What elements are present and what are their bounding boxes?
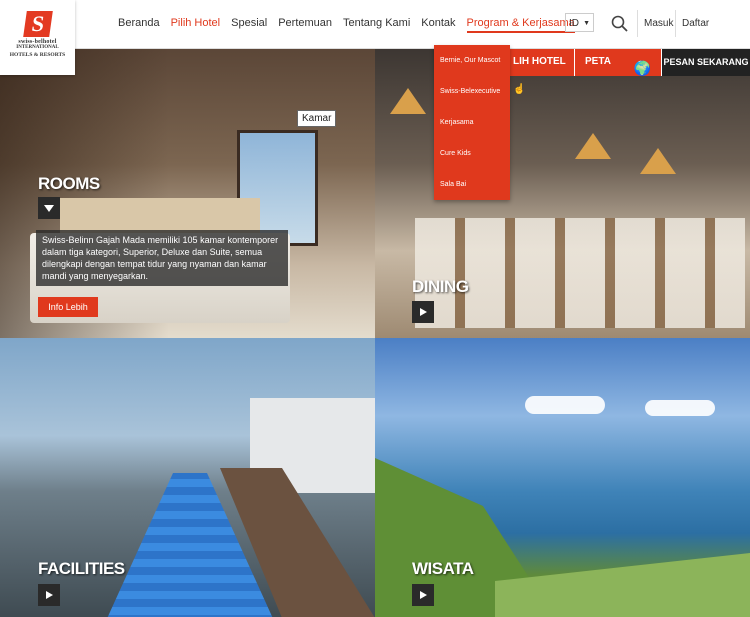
rooms-description: Swiss-Belinn Gajah Mada memiliki 105 kam… xyxy=(36,230,288,286)
book-now-button[interactable]: PESAN SEKARANG xyxy=(662,48,750,76)
dropdown-item-mascot[interactable]: Bernie, Our Mascot xyxy=(434,45,510,76)
expand-down-icon[interactable] xyxy=(38,197,60,219)
program-dropdown-menu: Bernie, Our Mascot Swiss-Belexecutive Ke… xyxy=(434,45,510,200)
field-image xyxy=(495,553,750,617)
rooms-tooltip: Kamar xyxy=(297,110,337,127)
dropdown-item-sala-bai[interactable]: Sala Bai xyxy=(434,169,510,200)
site-header: S swiss-belhotel INTERNATIONAL HOTELS & … xyxy=(0,0,750,75)
choose-hotel-button[interactable]: LIH HOTEL ☝ xyxy=(509,48,575,95)
nav-program-kerjasama[interactable]: Program & Kerjasama xyxy=(466,17,575,33)
nav-pertemuan[interactable]: Pertemuan xyxy=(278,17,332,29)
logo-line2: INTERNATIONAL xyxy=(16,45,59,50)
language-value: ID xyxy=(569,18,579,29)
hand-pointer-icon: ☝ xyxy=(513,84,526,95)
pendant-lamp-image xyxy=(575,133,611,159)
hotel-logo[interactable]: S swiss-belhotel INTERNATIONAL HOTELS & … xyxy=(0,0,75,75)
map-label: PETA xyxy=(585,56,611,67)
pendant-lamp-image xyxy=(390,88,426,114)
nav-kontak[interactable]: Kontak xyxy=(421,17,455,29)
dropdown-item-kerjasama[interactable]: Kerjasama xyxy=(434,107,510,138)
search-icon[interactable] xyxy=(611,15,629,33)
language-select[interactable]: ID ▼ xyxy=(565,13,594,32)
play-icon[interactable] xyxy=(412,301,434,323)
header-divider xyxy=(675,10,676,37)
nav-beranda[interactable]: Beranda xyxy=(118,17,160,29)
chevron-down-icon: ▼ xyxy=(583,20,590,27)
dining-title: DINING xyxy=(412,277,469,296)
nav-tentang-kami[interactable]: Tentang Kami xyxy=(343,17,410,29)
booking-bar: LIH HOTEL ☝ PETA 🌍 PESAN SEKARANG xyxy=(509,48,750,95)
choose-hotel-label: LIH HOTEL xyxy=(513,56,566,67)
nav-pilih-hotel[interactable]: Pilih Hotel xyxy=(171,17,221,29)
register-link[interactable]: Daftar xyxy=(682,18,709,29)
play-icon[interactable] xyxy=(412,584,434,606)
dropdown-item-cure-kids[interactable]: Cure Kids xyxy=(434,138,510,169)
world-map-icon: 🌍 xyxy=(633,60,651,76)
nav-spesial[interactable]: Spesial xyxy=(231,17,267,29)
dropdown-item-belexecutive[interactable]: Swiss-Belexecutive xyxy=(434,76,510,107)
wisata-title: WISATA xyxy=(412,559,474,578)
logo-line3: HOTELS & RESORTS xyxy=(9,52,66,58)
login-link[interactable]: Masuk xyxy=(644,18,673,29)
main-nav: Beranda Pilih Hotel Spesial Pertemuan Te… xyxy=(118,17,586,33)
play-icon[interactable] xyxy=(38,584,60,606)
map-button[interactable]: PETA 🌍 xyxy=(575,48,662,76)
info-more-button[interactable]: Info Lebih xyxy=(38,297,98,317)
logo-mark-icon: S xyxy=(22,11,53,37)
cloud-image xyxy=(645,400,715,416)
header-divider xyxy=(637,10,638,37)
pendant-lamp-image xyxy=(640,148,676,174)
cloud-image xyxy=(525,396,605,414)
dining-tables-image xyxy=(415,218,745,328)
rooms-title: ROOMS xyxy=(38,174,100,193)
facilities-title: FACILITIES xyxy=(38,559,125,578)
